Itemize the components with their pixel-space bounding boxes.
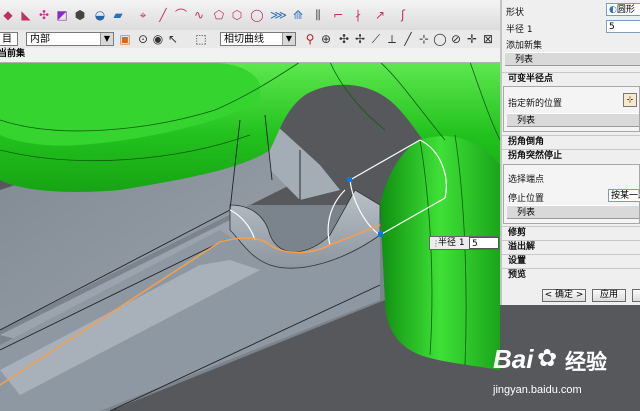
view-icon[interactable]: ◉ [150, 31, 166, 47]
filter-icon[interactable]: ▣ [117, 31, 133, 47]
list-toggle-3[interactable]: 列表 [507, 205, 639, 219]
snap-end-icon[interactable]: ✣ [336, 31, 352, 47]
offset-curve-icon[interactable]: ⋙ [270, 7, 287, 23]
onscreen-radius-label: 半径 1 [438, 238, 465, 248]
current-set-bar: 当前集 [0, 48, 500, 63]
corner-stop-group: 选择端点 停止位置 按某一距 列表 [503, 164, 640, 224]
main-toolbar: ◆ ◣ ✣ ◩ ⬢ ◒ ▰ ⌖ ╱ ⌒ ∿ ⬠ ⬡ ◯ ⋙ ⟰ ⫼ ⌐ ∤ ↗ … [0, 0, 500, 31]
select-endpoint-label[interactable]: 选择端点 [508, 172, 639, 185]
snap-center-icon[interactable]: ⊹ [416, 31, 432, 47]
join-curve-icon[interactable]: ʃ [395, 7, 411, 23]
snap-circle-icon[interactable]: ◯ [432, 31, 448, 47]
chevron-down-icon: ▼ [282, 33, 295, 45]
rectangle-icon[interactable]: ⬠ [211, 7, 227, 23]
variable-radius-group: 指定新的位置 ⊹ 列表 [503, 86, 640, 132]
spline-icon[interactable]: ∿ [191, 7, 207, 23]
helix-icon[interactable]: ∤ [350, 7, 366, 23]
project-curve-icon[interactable]: ⟰ [290, 7, 306, 23]
extrude-icon[interactable]: ▰ [110, 7, 126, 23]
curve-rule-combo[interactable]: 相切曲线 ▼ [220, 32, 296, 46]
paw-icon: ✿ [537, 344, 558, 372]
watermark-brand: Bai [493, 344, 534, 374]
apply-button[interactable]: 应用 [592, 289, 626, 302]
snap-intersect-icon[interactable]: ⊠ [480, 31, 496, 47]
onscreen-radius-input[interactable]: ⋮ 半径 1 5 [429, 236, 499, 250]
trim-header[interactable]: 修剪 [502, 226, 640, 239]
shell-icon[interactable]: ⬢ [72, 7, 88, 23]
intersect-curve-icon[interactable]: ⫼ [310, 7, 326, 23]
chevron-down-icon: ▼ [100, 33, 113, 45]
selection-toolbar: 目部 内部▼ ▣ ⊙ ◉ ↖ ⬚ 相切曲线▼ ⚲ ⊕ ✣ ✢ ⟋ ⟂ ╱ ⊹ ◯… [0, 30, 500, 59]
point-dialog-icon[interactable]: ⊹ [623, 93, 637, 107]
radius-handle-bottom[interactable] [378, 232, 383, 237]
snap-perp-icon[interactable]: ⟂ [384, 31, 400, 47]
follow-icon[interactable]: ⊕ [318, 31, 334, 47]
snap-tangent-icon[interactable]: ╱ [400, 31, 416, 47]
variable-radius-header[interactable]: 可变半径点 [502, 72, 640, 85]
bridge-curve-icon[interactable]: ⌐ [330, 7, 346, 23]
green-body-side [380, 136, 500, 370]
corner-stop-header[interactable]: 拐角突然停止 [502, 149, 640, 162]
offset-icon[interactable]: ◒ [92, 7, 108, 23]
cancel-button[interactable] [632, 289, 640, 302]
radius-input[interactable]: 5 [606, 20, 640, 33]
select-all-icon[interactable]: ↖ [165, 31, 181, 47]
snap-point-icon[interactable]: ✛ [464, 31, 480, 47]
watermark-url: jingyan.baidu.com [493, 384, 582, 396]
snap-mid-icon[interactable]: ✢ [352, 31, 368, 47]
box-select-icon[interactable]: ⬚ [193, 31, 209, 47]
add-new-set-label[interactable]: 添加新集 [506, 38, 640, 51]
arc-icon[interactable]: ⌒ [173, 7, 189, 23]
baidu-watermark: Bai ✿ 经验 jingyan.baidu.com [485, 338, 635, 408]
shape-icon: ◐ [609, 5, 617, 15]
shape-select[interactable]: ◐圆形 [606, 3, 640, 16]
snap-line-icon[interactable]: ⟋ [368, 31, 384, 47]
selection-scope-combo[interactable]: 目部 [0, 32, 18, 59]
radius-handle-top[interactable] [347, 177, 352, 182]
point-icon[interactable]: ⌖ [135, 7, 151, 23]
current-set-label: 当前集 [0, 49, 26, 59]
line-icon[interactable]: ╱ [155, 7, 171, 23]
face-blend-icon[interactable]: ✣ [36, 7, 52, 23]
settings-header[interactable]: 设置 [502, 254, 640, 267]
snap-quadrant-icon[interactable]: ⊘ [448, 31, 464, 47]
ellipse-icon[interactable]: ◯ [249, 7, 265, 23]
corner-setback-header[interactable]: 拐角倒角 [502, 135, 640, 148]
polygon-icon[interactable]: ⬡ [229, 7, 245, 23]
preview-header[interactable]: 预览 [502, 268, 640, 281]
list-toggle-2[interactable]: 列表 [507, 113, 639, 127]
list-toggle-1[interactable]: 列表 [505, 52, 640, 66]
overflow-header[interactable]: 溢出解 [502, 240, 640, 253]
ok-button[interactable]: < 确定 > [542, 289, 586, 302]
chamfer-icon[interactable]: ◩ [54, 7, 70, 23]
snap-icon[interactable]: ⊙ [135, 31, 151, 47]
blend-icon[interactable]: ◆ [0, 7, 16, 23]
edge-blend-dialog: 形状 ◐圆形 半径 1 5 添加新集 列表 可变半径点 指定新的位置 ⊹ 列表 … [500, 0, 640, 305]
type-filter-combo[interactable]: 内部 ▼ [26, 32, 114, 46]
specify-location-label: 指定新的位置 [508, 99, 563, 109]
pin-icon[interactable]: ⚲ [302, 31, 318, 47]
edge-blend-icon[interactable]: ◣ [18, 7, 34, 23]
stop-location-select[interactable]: 按某一距 [608, 189, 640, 202]
watermark-suffix: 经验 [565, 350, 607, 374]
onscreen-radius-field[interactable]: 5 [469, 237, 499, 249]
trim-curve-icon[interactable]: ↗ [372, 7, 388, 23]
